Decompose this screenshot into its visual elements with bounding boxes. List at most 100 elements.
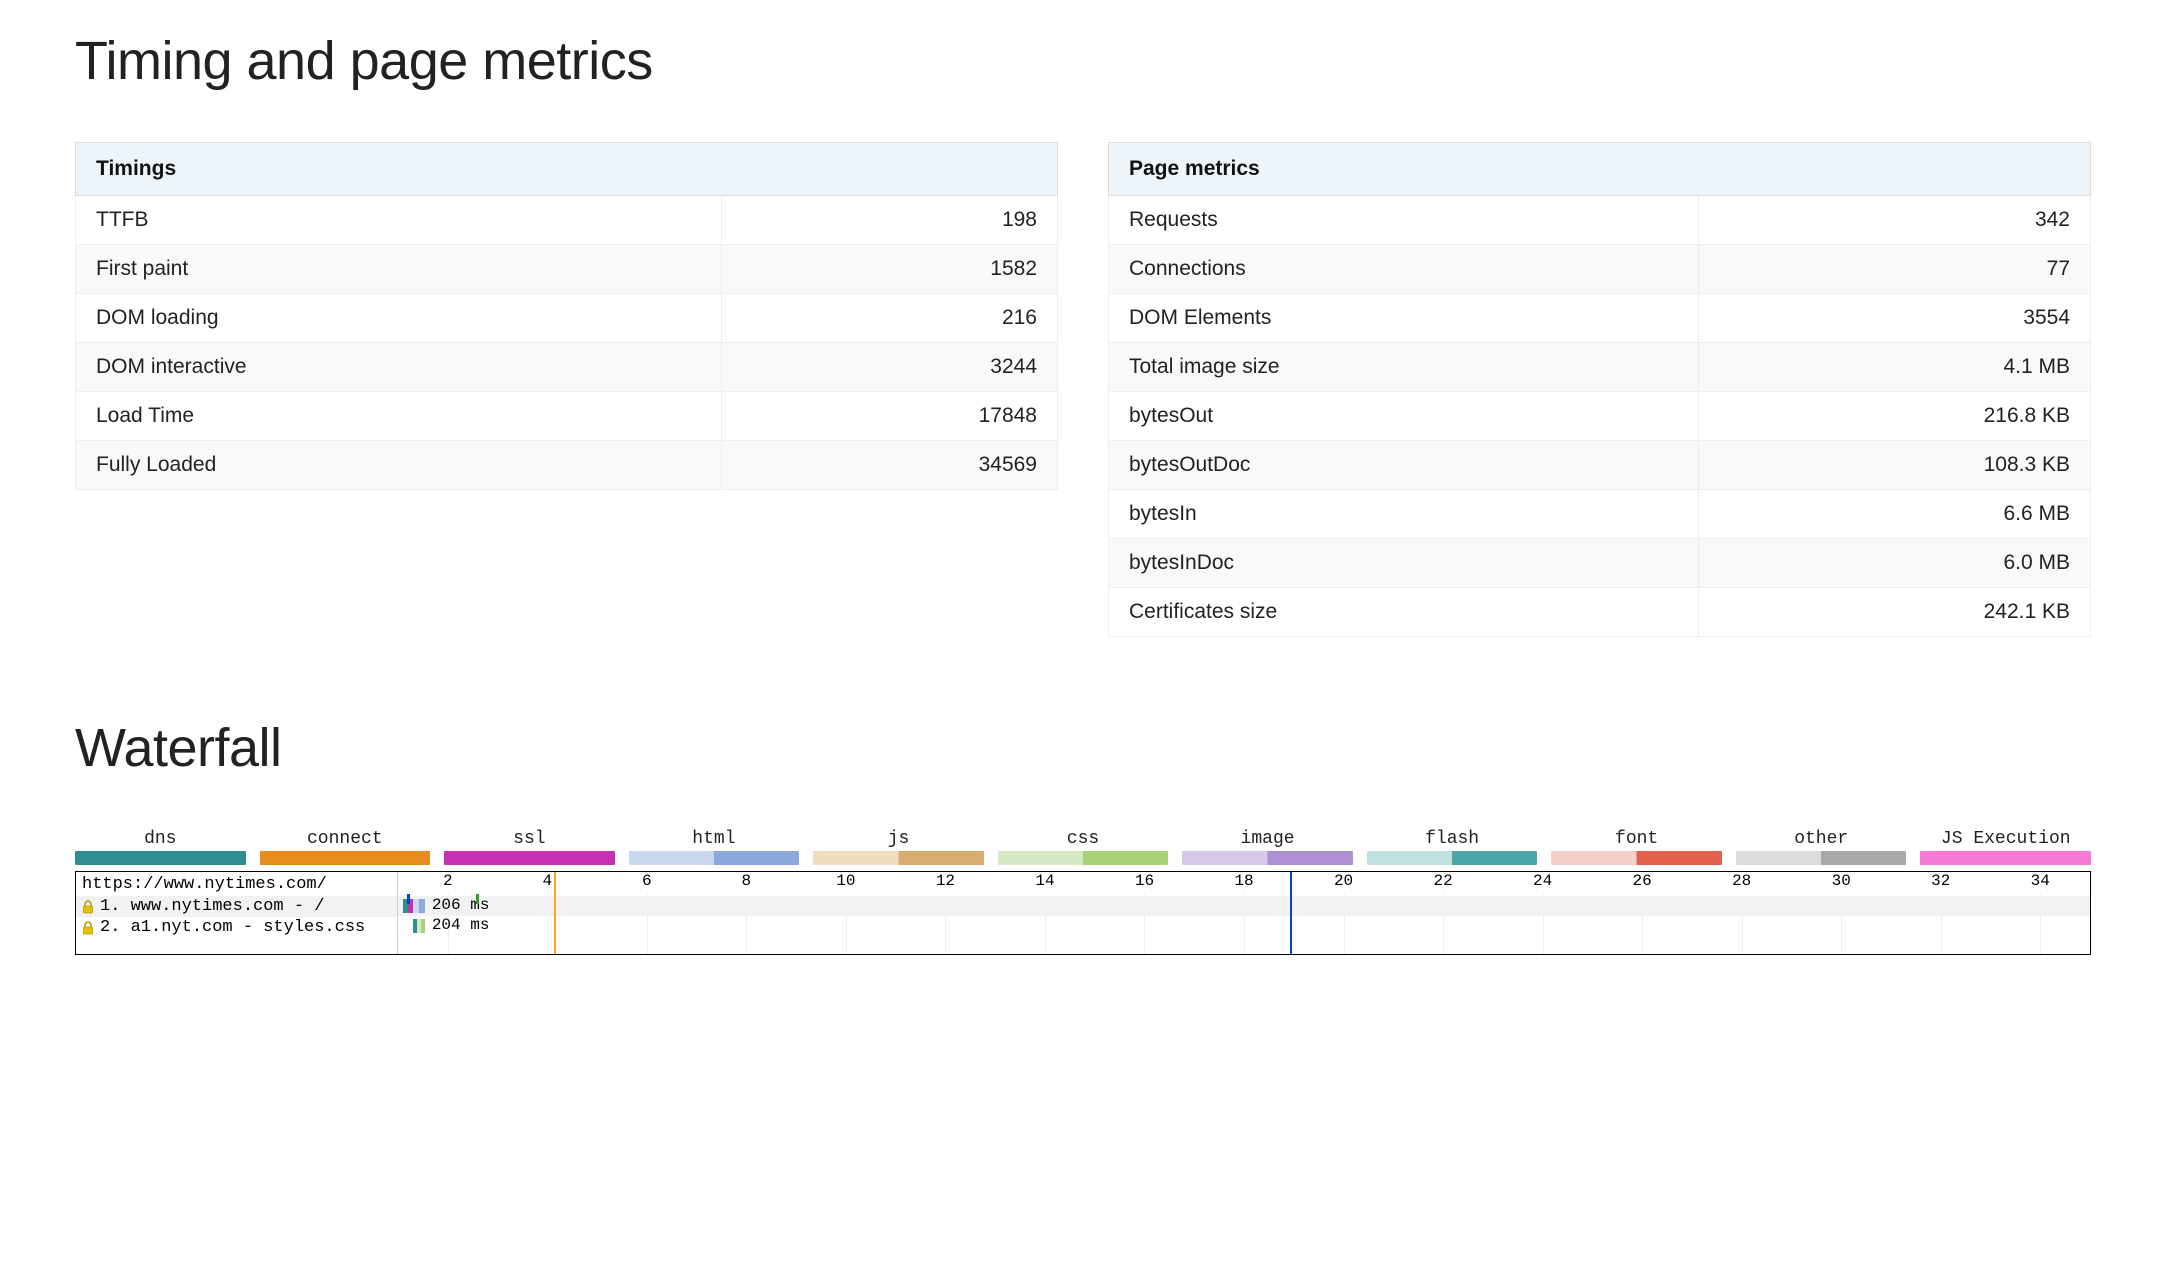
legend-swatch bbox=[260, 851, 431, 865]
legend-swatch bbox=[813, 851, 984, 865]
legend-label: image bbox=[1182, 829, 1353, 849]
table-row: Connections77 bbox=[1109, 245, 2091, 294]
waterfall-bar bbox=[417, 919, 425, 933]
legend-swatch bbox=[1367, 851, 1538, 865]
waterfall-tick: 16 bbox=[1095, 872, 1195, 896]
lock-icon bbox=[82, 900, 94, 914]
waterfall-bar bbox=[413, 899, 425, 913]
waterfall-tick: 4 bbox=[498, 872, 598, 896]
legend-label: JS Execution bbox=[1920, 829, 2091, 849]
waterfall-tick: 28 bbox=[1692, 872, 1792, 896]
table-row: Load Time17848 bbox=[76, 392, 1058, 441]
timing-label: DOM interactive bbox=[76, 343, 722, 392]
table-row: bytesOut216.8 KB bbox=[1109, 392, 2091, 441]
waterfall-labels-column: https://www.nytimes.com/ 1. www.nytimes.… bbox=[76, 872, 398, 954]
table-row: Certificates size242.1 KB bbox=[1109, 588, 2091, 637]
legend-label: font bbox=[1551, 829, 1722, 849]
table-row: TTFB198 bbox=[76, 196, 1058, 245]
waterfall-tick: 32 bbox=[1891, 872, 1991, 896]
waterfall-tick: 12 bbox=[896, 872, 996, 896]
waterfall-tick: 2 bbox=[398, 872, 498, 896]
timing-label: Fully Loaded bbox=[76, 441, 722, 490]
metric-value: 216.8 KB bbox=[1698, 392, 2090, 441]
page-metrics-table: Page metrics Requests342Connections77DOM… bbox=[1108, 142, 2091, 637]
waterfall-request-row[interactable]: 206 ms bbox=[398, 896, 2090, 916]
waterfall-request-label[interactable]: 1. www.nytimes.com - / bbox=[76, 896, 397, 917]
table-row: bytesInDoc6.0 MB bbox=[1109, 539, 2091, 588]
legend-item-css: css bbox=[998, 829, 1169, 865]
metric-label: bytesInDoc bbox=[1109, 539, 1699, 588]
waterfall-legend: dns connect ssl html js css image flash … bbox=[75, 829, 2091, 865]
waterfall-title: Waterfall bbox=[75, 717, 2091, 779]
legend-label: dns bbox=[75, 829, 246, 849]
table-row: DOM Elements3554 bbox=[1109, 294, 2091, 343]
waterfall-small-tick-blue bbox=[407, 894, 410, 904]
legend-label: flash bbox=[1367, 829, 1538, 849]
metric-value: 3554 bbox=[1698, 294, 2090, 343]
waterfall-tick: 6 bbox=[597, 872, 697, 896]
legend-label: ssl bbox=[444, 829, 615, 849]
timing-value: 34569 bbox=[722, 441, 1058, 490]
metric-label: Connections bbox=[1109, 245, 1699, 294]
timing-value: 216 bbox=[722, 294, 1058, 343]
timing-label: TTFB bbox=[76, 196, 722, 245]
legend-label: js bbox=[813, 829, 984, 849]
waterfall-request-label[interactable]: 2. a1.nyt.com - styles.css bbox=[76, 917, 397, 938]
legend-label: other bbox=[1736, 829, 1907, 849]
page-metrics-table-wrap: Page metrics Requests342Connections77DOM… bbox=[1108, 142, 2091, 637]
table-row: First paint1582 bbox=[76, 245, 1058, 294]
timing-label: Load Time bbox=[76, 392, 722, 441]
legend-item-html: html bbox=[629, 829, 800, 865]
timing-label: DOM loading bbox=[76, 294, 722, 343]
waterfall-tick: 8 bbox=[697, 872, 797, 896]
legend-item-ssl: ssl bbox=[444, 829, 615, 865]
metric-value: 242.1 KB bbox=[1698, 588, 2090, 637]
lock-icon bbox=[82, 921, 94, 935]
legend-item-connect: connect bbox=[260, 829, 431, 865]
waterfall-tick: 26 bbox=[1592, 872, 1692, 896]
legend-swatch bbox=[1182, 851, 1353, 865]
table-row: Total image size4.1 MB bbox=[1109, 343, 2091, 392]
table-row: DOM interactive3244 bbox=[76, 343, 1058, 392]
waterfall-bar-ms: 204 ms bbox=[432, 916, 490, 934]
legend-swatch bbox=[1736, 851, 1907, 865]
legend-item-other: other bbox=[1736, 829, 1907, 865]
legend-label: css bbox=[998, 829, 1169, 849]
timing-value: 3244 bbox=[722, 343, 1058, 392]
waterfall-bar-ms: 206 ms bbox=[432, 896, 490, 914]
table-row: DOM loading216 bbox=[76, 294, 1058, 343]
metric-label: Certificates size bbox=[1109, 588, 1699, 637]
legend-swatch bbox=[1551, 851, 1722, 865]
metric-value: 108.3 KB bbox=[1698, 441, 2090, 490]
waterfall-request-text: 2. a1.nyt.com - styles.css bbox=[100, 918, 365, 937]
waterfall-tick: 18 bbox=[1194, 872, 1294, 896]
metric-value: 77 bbox=[1698, 245, 2090, 294]
legend-swatch bbox=[998, 851, 1169, 865]
legend-item-dns: dns bbox=[75, 829, 246, 865]
metric-value: 342 bbox=[1698, 196, 2090, 245]
waterfall-tick: 30 bbox=[1791, 872, 1891, 896]
waterfall-tick: 22 bbox=[1393, 872, 1493, 896]
legend-swatch bbox=[629, 851, 800, 865]
waterfall-request-row[interactable]: 204 ms bbox=[398, 916, 2090, 936]
timings-table-wrap: Timings TTFB198First paint1582DOM loadin… bbox=[75, 142, 1058, 637]
table-row: Fully Loaded34569 bbox=[76, 441, 1058, 490]
metric-label: DOM Elements bbox=[1109, 294, 1699, 343]
waterfall-timeline: 246810121416182022242628303234 206 ms204… bbox=[398, 872, 2090, 954]
waterfall-tick: 10 bbox=[796, 872, 896, 896]
waterfall-ticks: 246810121416182022242628303234 bbox=[398, 872, 2090, 896]
waterfall-request-text: 1. www.nytimes.com - / bbox=[100, 897, 324, 916]
table-row: bytesOutDoc108.3 KB bbox=[1109, 441, 2091, 490]
legend-item-js: js bbox=[813, 829, 984, 865]
page-title: Timing and page metrics bbox=[75, 30, 2091, 92]
table-row: Requests342 bbox=[1109, 196, 2091, 245]
metric-value: 6.0 MB bbox=[1698, 539, 2090, 588]
table-row: bytesIn6.6 MB bbox=[1109, 490, 2091, 539]
legend-item-flash: flash bbox=[1367, 829, 1538, 865]
waterfall-tick: 24 bbox=[1493, 872, 1593, 896]
legend-label: html bbox=[629, 829, 800, 849]
metric-label: Total image size bbox=[1109, 343, 1699, 392]
legend-swatch bbox=[1920, 851, 2091, 865]
waterfall-url: https://www.nytimes.com/ bbox=[76, 872, 397, 896]
waterfall-chart[interactable]: https://www.nytimes.com/ 1. www.nytimes.… bbox=[75, 871, 2091, 955]
